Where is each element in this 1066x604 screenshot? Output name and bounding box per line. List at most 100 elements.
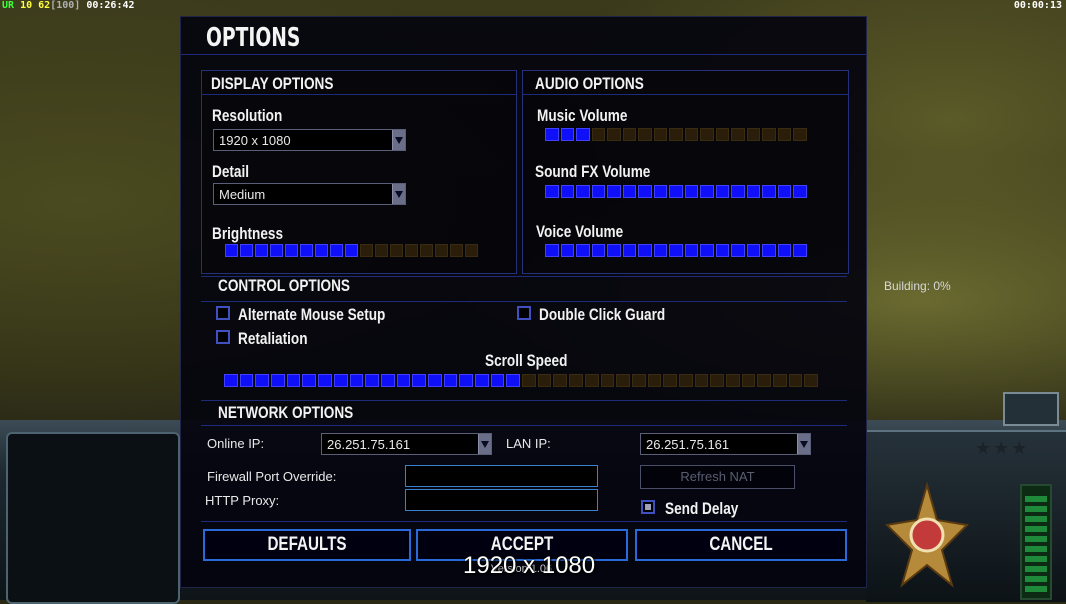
slider-segment[interactable] <box>349 374 364 387</box>
firewall-port-input[interactable] <box>405 465 598 487</box>
slider-segment[interactable] <box>669 244 683 257</box>
slider-segment[interactable] <box>240 244 253 257</box>
slider-segment[interactable] <box>700 185 714 198</box>
alternate-mouse-checkbox[interactable] <box>216 306 230 320</box>
slider-segment[interactable] <box>777 244 791 257</box>
slider-segment[interactable] <box>638 185 652 198</box>
slider-segment[interactable] <box>731 185 745 198</box>
unit-portrait-card[interactable] <box>1003 392 1059 426</box>
slider-segment[interactable] <box>569 374 583 387</box>
slider-segment[interactable] <box>490 374 505 387</box>
slider-segment[interactable] <box>427 374 442 387</box>
slider-segment[interactable] <box>741 374 756 387</box>
slider-segment[interactable] <box>669 128 683 141</box>
slider-segment[interactable] <box>333 374 348 387</box>
slider-segment[interactable] <box>684 128 698 141</box>
slider-segment[interactable] <box>537 374 552 387</box>
slider-segment[interactable] <box>345 244 358 257</box>
slider-segment[interactable] <box>631 374 646 387</box>
slider-segment[interactable] <box>270 244 283 257</box>
slider-segment[interactable] <box>731 128 745 141</box>
slider-segment[interactable] <box>560 244 574 257</box>
slider-segment[interactable] <box>788 374 803 387</box>
slider-segment[interactable] <box>793 185 807 198</box>
slider-segment[interactable] <box>545 128 559 141</box>
slider-segment[interactable] <box>715 244 729 257</box>
slider-segment[interactable] <box>380 374 395 387</box>
refresh-nat-button[interactable]: Refresh NAT <box>640 465 795 489</box>
sound-fx-volume-slider[interactable] <box>545 185 807 198</box>
slider-segment[interactable] <box>375 244 388 257</box>
slider-segment[interactable] <box>576 244 590 257</box>
slider-segment[interactable] <box>412 374 426 387</box>
slider-segment[interactable] <box>607 185 621 198</box>
slider-segment[interactable] <box>435 244 448 257</box>
slider-segment[interactable] <box>576 185 590 198</box>
slider-segment[interactable] <box>694 374 709 387</box>
slider-segment[interactable] <box>757 374 772 387</box>
slider-segment[interactable] <box>591 128 605 141</box>
slider-segment[interactable] <box>302 374 317 387</box>
slider-segment[interactable] <box>365 374 379 387</box>
detail-dropdown[interactable]: Medium <box>213 183 406 205</box>
slider-segment[interactable] <box>746 128 760 141</box>
slider-segment[interactable] <box>616 374 630 387</box>
slider-segment[interactable] <box>793 244 807 257</box>
slider-segment[interactable] <box>663 374 677 387</box>
slider-segment[interactable] <box>506 374 521 387</box>
slider-segment[interactable] <box>576 128 590 141</box>
slider-segment[interactable] <box>638 128 652 141</box>
slider-segment[interactable] <box>591 244 605 257</box>
slider-segment[interactable] <box>584 374 599 387</box>
slider-segment[interactable] <box>255 374 270 387</box>
slider-segment[interactable] <box>622 128 636 141</box>
slider-segment[interactable] <box>700 128 714 141</box>
slider-segment[interactable] <box>459 374 473 387</box>
slider-segment[interactable] <box>678 374 693 387</box>
slider-segment[interactable] <box>777 128 791 141</box>
slider-segment[interactable] <box>560 128 574 141</box>
slider-segment[interactable] <box>804 374 819 387</box>
slider-segment[interactable] <box>271 374 285 387</box>
slider-segment[interactable] <box>715 128 729 141</box>
slider-segment[interactable] <box>647 374 662 387</box>
slider-segment[interactable] <box>465 244 478 257</box>
slider-segment[interactable] <box>255 244 268 257</box>
double-click-guard-checkbox[interactable] <box>517 306 531 320</box>
slider-segment[interactable] <box>731 244 745 257</box>
send-delay-checkbox[interactable] <box>641 500 655 514</box>
slider-segment[interactable] <box>300 244 313 257</box>
slider-segment[interactable] <box>285 244 298 257</box>
slider-segment[interactable] <box>225 244 238 257</box>
slider-segment[interactable] <box>239 374 254 387</box>
slider-segment[interactable] <box>777 185 791 198</box>
slider-segment[interactable] <box>420 244 433 257</box>
slider-segment[interactable] <box>684 185 698 198</box>
slider-segment[interactable] <box>443 374 458 387</box>
slider-segment[interactable] <box>286 374 301 387</box>
chevron-down-icon[interactable] <box>392 130 405 150</box>
slider-segment[interactable] <box>653 185 667 198</box>
retaliation-checkbox[interactable] <box>216 330 230 344</box>
chevron-down-icon[interactable] <box>392 184 405 204</box>
slider-segment[interactable] <box>224 374 238 387</box>
slider-segment[interactable] <box>405 244 418 257</box>
slider-segment[interactable] <box>330 244 343 257</box>
slider-segment[interactable] <box>545 244 559 257</box>
scroll-speed-slider[interactable] <box>224 374 819 387</box>
slider-segment[interactable] <box>793 128 807 141</box>
slider-segment[interactable] <box>522 374 536 387</box>
slider-segment[interactable] <box>622 185 636 198</box>
slider-segment[interactable] <box>600 374 615 387</box>
slider-segment[interactable] <box>607 128 621 141</box>
slider-segment[interactable] <box>653 244 667 257</box>
online-ip-dropdown[interactable]: 26.251.75.161 <box>321 433 492 455</box>
slider-segment[interactable] <box>746 185 760 198</box>
lan-ip-dropdown[interactable]: 26.251.75.161 <box>640 433 811 455</box>
slider-segment[interactable] <box>638 244 652 257</box>
slider-segment[interactable] <box>396 374 411 387</box>
slider-segment[interactable] <box>762 128 776 141</box>
slider-segment[interactable] <box>560 185 574 198</box>
resolution-dropdown[interactable]: 1920 x 1080 <box>213 129 406 151</box>
slider-segment[interactable] <box>710 374 724 387</box>
